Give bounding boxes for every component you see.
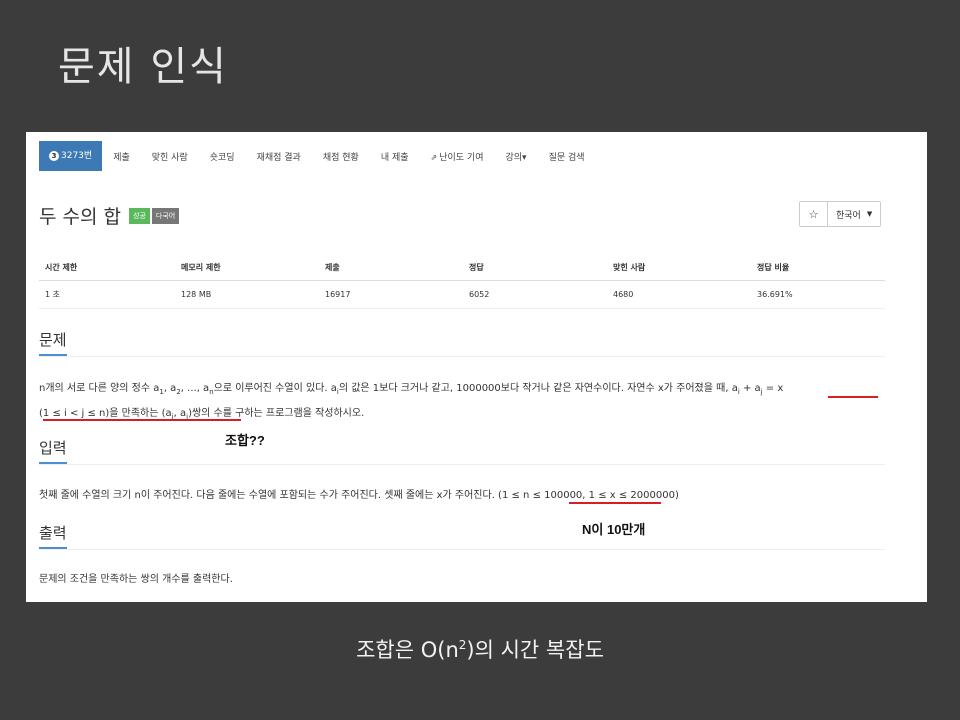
language-select-label: 한국어 xyxy=(836,210,861,221)
problem-page-screenshot: 3 3273번 제출 맞힌 사람 숏코딩 재채점 결과 채점 현황 내 제출 난… xyxy=(26,132,927,602)
cell-memory-limit: 128 MB xyxy=(175,280,319,309)
col-accepted: 정답 xyxy=(463,256,607,281)
nav-item-lectures[interactable]: 강의▾ xyxy=(495,150,538,163)
cell-accept-ratio: 36.691% xyxy=(751,280,885,309)
table-row: 1 초 128 MB 16917 6052 4680 36.691% xyxy=(39,280,885,309)
chevron-down-icon: ▼ xyxy=(866,210,873,218)
problem-title: 두 수의 합 xyxy=(39,206,121,228)
nav-item-my-submissions[interactable]: 내 제출 xyxy=(370,150,420,163)
star-icon[interactable]: ☆ xyxy=(800,202,828,226)
language-controls: ☆ 한국어 ▼ xyxy=(799,201,882,227)
section-input-heading: 입력 xyxy=(39,437,67,464)
section-output-heading: 출력 xyxy=(39,522,67,549)
slide-caption: 조합은 O(n2)의 시간 복잡도 xyxy=(356,638,604,662)
section-output: 출력 xyxy=(39,522,885,550)
col-memory-limit: 메모리 제한 xyxy=(175,256,319,281)
problem-nav-bar: 3 3273번 제출 맞힌 사람 숏코딩 재채점 결과 채점 현황 내 제출 난… xyxy=(39,141,596,171)
annotation-underline-n-range xyxy=(569,502,661,504)
nav-item-submit[interactable]: 제출 xyxy=(102,150,141,163)
multilang-badge: 다국어 xyxy=(151,207,180,224)
nav-item-difficulty-contribution[interactable]: 난이도 기여 xyxy=(420,150,495,163)
nav-item-shortcoding[interactable]: 숏코딩 xyxy=(199,150,246,163)
col-submissions: 제출 xyxy=(319,256,463,281)
nav-tab-problem-number-label: 3273번 xyxy=(61,151,93,161)
section-input: 입력 xyxy=(39,437,885,465)
nav-tab-problem-number[interactable]: 3 3273번 xyxy=(39,141,103,171)
cell-time-limit: 1 초 xyxy=(39,280,175,309)
problem-level-badge: 3 xyxy=(49,151,59,161)
col-accept-ratio: 정답 비율 xyxy=(751,256,885,281)
language-select[interactable]: 한국어 ▼ xyxy=(828,202,880,226)
table-header-row: 시간 제한 메모리 제한 제출 정답 맞힌 사람 정답 비율 xyxy=(39,256,885,281)
col-time-limit: 시간 제한 xyxy=(39,256,175,281)
cell-submissions: 16917 xyxy=(319,280,463,309)
problem-description-line-1: n개의 서로 다른 양의 정수 a1, a2, ..., an으로 이루어진 수… xyxy=(39,383,784,396)
cell-solved-users: 4680 xyxy=(607,280,751,309)
annotation-underline-condition xyxy=(43,419,241,421)
cell-accepted: 6052 xyxy=(463,280,607,309)
section-problem-heading: 문제 xyxy=(39,329,67,356)
nav-item-rejudge-results[interactable]: 재채점 결과 xyxy=(246,150,312,163)
success-badge: 성공 xyxy=(129,207,150,224)
slide-title: 문제 인식 xyxy=(58,44,228,90)
col-solved-users: 맞힌 사람 xyxy=(607,256,751,281)
output-description: 문제의 조건을 만족하는 쌍의 개수를 출력한다. xyxy=(39,574,233,585)
nav-item-status[interactable]: 채점 현황 xyxy=(312,150,370,163)
nav-item-question-search[interactable]: 질문 검색 xyxy=(538,150,596,163)
problem-description-line-2: (1 ≤ i < j ≤ n)을 만족하는 (ai, aj)쌍의 수를 구하는 … xyxy=(39,408,365,421)
problem-title-row: 두 수의 합 성공 다국어 xyxy=(39,202,180,229)
problem-info-table: 시간 제한 메모리 제한 제출 정답 맞힌 사람 정답 비율 1 초 128 M… xyxy=(39,256,885,309)
section-problem: 문제 xyxy=(39,329,885,357)
annotation-underline-sum xyxy=(828,396,878,398)
nav-item-solved-users[interactable]: 맞힌 사람 xyxy=(141,150,199,163)
